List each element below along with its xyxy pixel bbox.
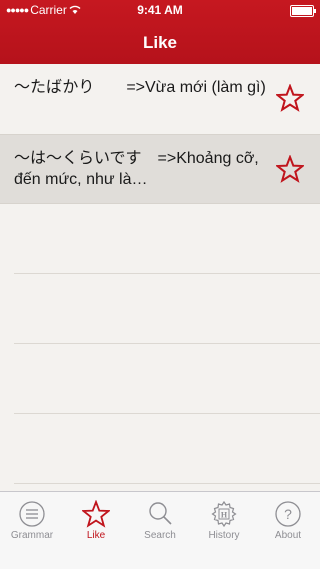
star-icon [82,500,110,528]
search-icon [149,502,172,525]
tab-label: Grammar [10,530,54,541]
favorites-list[interactable]: 〜たばかり =>Vừa mới (làm gì) 〜は〜くらいです =>Khoả… [0,64,320,491]
page-title: Like [142,33,178,52]
status-bar: ●●●●● Carrier 9:41 AM [0,0,320,20]
help-icon: ? [275,501,301,527]
tab-grammar[interactable]: Grammar [0,492,64,569]
tab-label: Search [144,530,176,541]
favorite-star-icon[interactable] [276,155,304,183]
svg-text:?: ? [284,506,292,522]
tab-search[interactable]: Search [128,492,192,569]
divider [14,413,320,414]
grammar-icon [19,501,45,527]
status-time: 9:41 AM [137,3,183,17]
tab-label: Like [86,530,106,541]
grammar-entry-text: 〜は〜くらいです =>Khoảng cỡ, đến mức, như là… [14,150,259,188]
tab-bar: Grammar Like Search H History ? About [0,491,320,569]
list-item[interactable]: 〜たばかり =>Vừa mới (làm gì) [0,64,320,135]
tab-like[interactable]: Like [64,492,128,569]
tab-about[interactable]: ? About [256,492,320,569]
tab-label: About [274,530,302,541]
list-item[interactable]: 〜は〜くらいです =>Khoảng cỡ, đến mức, như là… [0,135,320,204]
history-icon: H [211,500,237,528]
svg-text:H: H [221,511,228,520]
battery-icon [290,5,316,17]
navigation-header: ●●●●● Carrier 9:41 AM Like [0,0,320,64]
grammar-entry-text: 〜たばかり =>Vừa mới (làm gì) [14,79,266,96]
divider [14,483,320,484]
divider [14,273,320,274]
divider [14,343,320,344]
tab-label: History [208,530,240,541]
favorite-star-icon[interactable] [276,84,304,112]
tab-history[interactable]: H History [192,492,256,569]
